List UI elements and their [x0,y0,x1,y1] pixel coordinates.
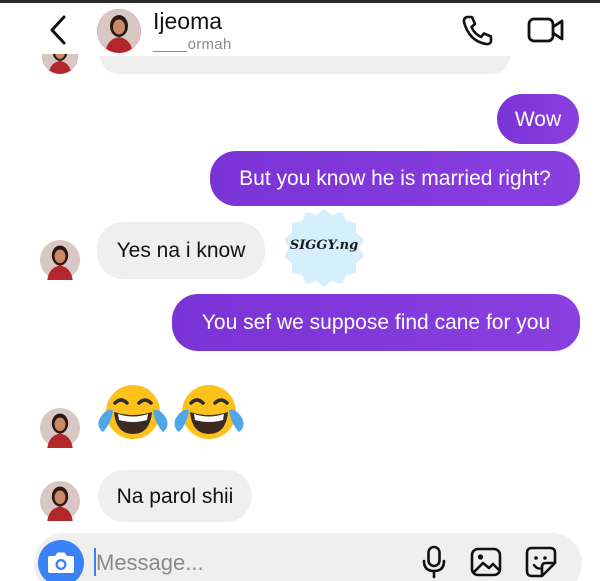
avatar [42,54,78,74]
contact-avatar[interactable] [97,9,141,53]
message-incoming[interactable]: Yes na i know [97,222,265,279]
gallery-image-icon[interactable] [469,546,503,578]
incoming-avatar[interactable] [40,481,80,521]
chat-header: Ijeoma ____ormah [0,3,600,59]
sticker-icon[interactable] [524,545,558,579]
avatar-portrait-icon [40,481,80,521]
incoming-avatar[interactable] [40,240,80,280]
avatar-portrait-icon [40,240,80,280]
message-outgoing[interactable]: Wow [497,94,579,144]
avatar-portrait-icon [40,408,80,448]
back-arrow-icon[interactable] [44,13,74,47]
previous-message-bubble[interactable] [100,56,510,74]
message-input[interactable] [96,547,396,579]
avatar-portrait-icon [42,54,78,74]
avatar-portrait-icon [97,9,141,53]
contact-name[interactable]: Ijeoma [153,8,222,35]
contact-handle: ____ormah [153,36,232,53]
face-with-tears-of-joy-icon[interactable] [173,376,245,448]
message-outgoing[interactable]: You sef we suppose find cane for you [172,294,580,351]
message-outgoing[interactable]: But you know he is married right? [210,151,580,206]
previous-message-avatar [42,54,78,74]
phone-call-icon[interactable] [459,13,495,47]
microphone-icon[interactable] [420,544,448,580]
camera-icon [48,552,74,573]
camera-button[interactable] [38,540,84,581]
video-call-icon[interactable] [526,13,566,47]
face-with-tears-of-joy-icon[interactable] [97,376,169,448]
message-incoming[interactable]: Na parol shii [98,470,252,522]
watermark-text: SIGGY.ng [289,238,359,253]
incoming-avatar[interactable] [40,408,80,448]
